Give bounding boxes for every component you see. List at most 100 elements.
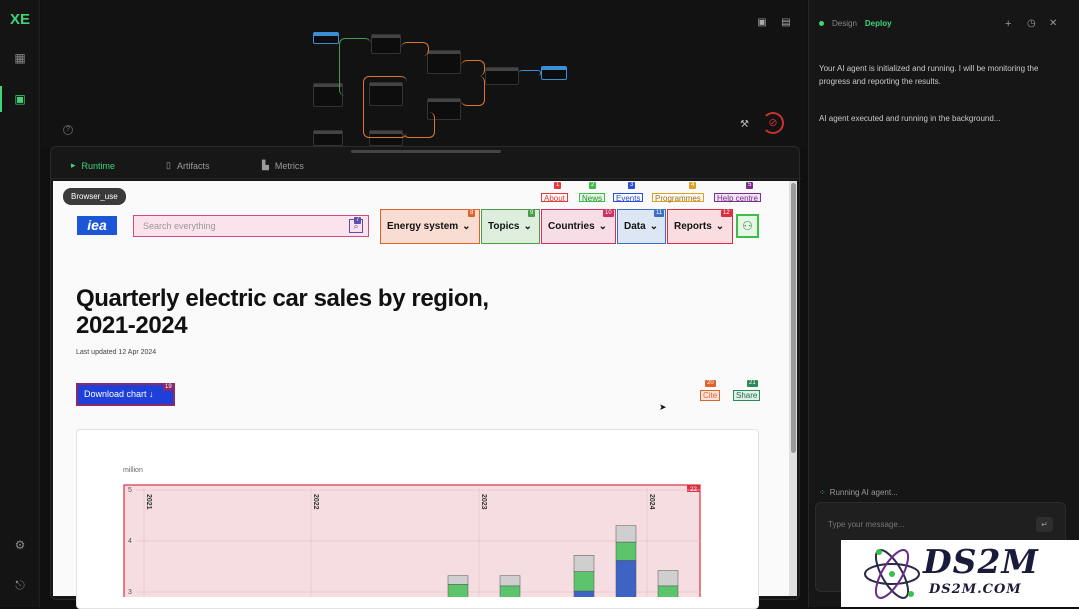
tab-metrics[interactable]: ▙ Metrics (262, 160, 304, 171)
mouse-cursor: ➤ (659, 402, 667, 412)
top-link-about[interactable]: About (541, 193, 568, 203)
flow-edge (461, 76, 485, 106)
stacked-bar-chart: 22million3452021 2022 2023 2024 (123, 467, 701, 597)
y-axis-label: million (123, 467, 143, 474)
user-account-icon[interactable]: ⚇ (736, 214, 759, 238)
flow-edge (403, 112, 435, 138)
tab-divider (51, 178, 801, 179)
flow-edge (401, 42, 429, 56)
bar-segment (657, 570, 679, 587)
search-input[interactable]: Search everything ⌕ (133, 215, 369, 237)
flow-node[interactable] (485, 67, 519, 85)
y-tick-label: 5 (128, 487, 132, 494)
watermark: DS2M DS2M.COM (841, 540, 1079, 607)
flow-edge (519, 70, 541, 76)
atom-logo-icon (864, 549, 920, 599)
active-indicator (0, 86, 2, 112)
cite-button[interactable]: Cite (700, 390, 721, 401)
year-label: 2024 (648, 494, 655, 510)
close-icon[interactable]: ✕ (1049, 18, 1057, 29)
help-icon[interactable]: ? (63, 125, 73, 135)
flow-node[interactable] (541, 66, 567, 80)
chart-icon: ▙ (262, 160, 269, 170)
year-label: 2021 (145, 494, 152, 510)
settings-icon[interactable]: ⚙ (12, 537, 28, 553)
terminal-icon: ▸ (71, 160, 76, 170)
element-tag: 19 (163, 384, 174, 391)
element-tag: 1 (554, 182, 562, 189)
stop-icon[interactable]: ⊘ (762, 112, 784, 134)
spinner-icon: ⁘ (819, 488, 826, 497)
message-placeholder: Type your message... (828, 520, 905, 529)
bar-segment (615, 525, 637, 543)
tab-deploy[interactable]: Deploy (865, 19, 892, 28)
bar-segment (573, 571, 595, 592)
bar-segment (499, 575, 521, 587)
element-tag: 5 (746, 182, 754, 189)
element-tag: 4 (689, 182, 697, 189)
agent-message: AI agent executed and running in the bac… (819, 114, 1001, 123)
nav-energy-system[interactable]: Energy system ⌄ (380, 209, 480, 244)
history-icon[interactable]: ◷ (1027, 18, 1036, 29)
add-icon[interactable]: + (1005, 18, 1011, 30)
wrench-icon[interactable]: ⚒ (740, 119, 749, 130)
watermark-subtitle: DS2M.COM (929, 582, 1022, 597)
element-tag: 12 (721, 210, 732, 217)
workflow-canvas[interactable]: ▣ ▤ ? ⚒ ⊘ (41, 0, 807, 148)
tab-design[interactable]: Design (832, 19, 857, 28)
flow-node[interactable] (371, 34, 401, 54)
top-link-help-centre[interactable]: Help centre (714, 193, 761, 203)
tab-artifacts[interactable]: ▯ Artifacts (166, 160, 209, 171)
flow-node[interactable] (427, 50, 461, 74)
status-dot (819, 21, 824, 26)
element-tag: 21 (747, 380, 758, 387)
bar-segment (615, 560, 637, 597)
year-label: 2023 (480, 494, 487, 510)
bar-segment (573, 590, 595, 597)
element-tag: 9 (528, 210, 536, 217)
grid-icon[interactable]: ▦ (12, 50, 28, 66)
flow-node[interactable] (313, 130, 343, 146)
chevron-down-icon: ⌄ (715, 221, 725, 232)
top-link-news[interactable]: News (579, 193, 606, 203)
chevron-down-icon: ⌄ (462, 221, 471, 232)
save-icon[interactable]: ▣ (755, 16, 769, 30)
bar-segment (615, 541, 637, 561)
top-link-programmes[interactable]: Programmes (652, 193, 704, 203)
top-link-events[interactable]: Events (613, 193, 644, 203)
bar-segment (447, 575, 469, 585)
flow-node[interactable] (313, 32, 339, 44)
chevron-down-icon: ⌄ (598, 221, 608, 232)
layout-icon[interactable]: ▤ (779, 16, 793, 30)
watermark-title: DS2M (923, 542, 1039, 581)
flow-edge (363, 76, 407, 138)
resize-handle[interactable] (351, 150, 501, 153)
file-icon: ▯ (166, 160, 171, 170)
bar-segment (447, 584, 469, 597)
scrollbar[interactable] (789, 181, 797, 596)
element-tag: 2 (589, 182, 597, 189)
logout-icon[interactable]: ⎋ (12, 577, 28, 593)
share-button[interactable]: Share (733, 390, 761, 401)
search-placeholder: Search everything (143, 221, 216, 231)
element-tag: 3 (628, 182, 636, 189)
download-chart-button[interactable]: Download chart ↓ (76, 383, 175, 406)
page-title: Quarterly electric car sales by region, … (76, 285, 489, 339)
agent-status: ⁘ Running AI agent... (819, 488, 898, 497)
bar-segment (657, 585, 679, 597)
element-tag: 20 (705, 380, 716, 387)
element-tag: 7 (354, 217, 362, 224)
y-tick-label: 3 (128, 589, 132, 596)
board-icon[interactable]: ▣ (12, 91, 28, 107)
left-sidebar: XE ▦ ▣ ⚙ ⎋ (0, 0, 40, 607)
panel-header: Design Deploy (819, 19, 892, 28)
send-icon[interactable]: ↵ (1036, 517, 1053, 532)
element-tag: 11 (654, 210, 665, 217)
iea-logo[interactable]: iea (77, 216, 117, 235)
scrollbar-thumb[interactable] (791, 183, 796, 453)
app-logo[interactable]: XE (10, 10, 30, 30)
tab-runtime[interactable]: ▸ Runtime (71, 160, 115, 171)
year-label: 2022 (312, 494, 319, 510)
flow-edge (461, 60, 485, 76)
chevron-down-icon: ⌄ (649, 221, 659, 232)
